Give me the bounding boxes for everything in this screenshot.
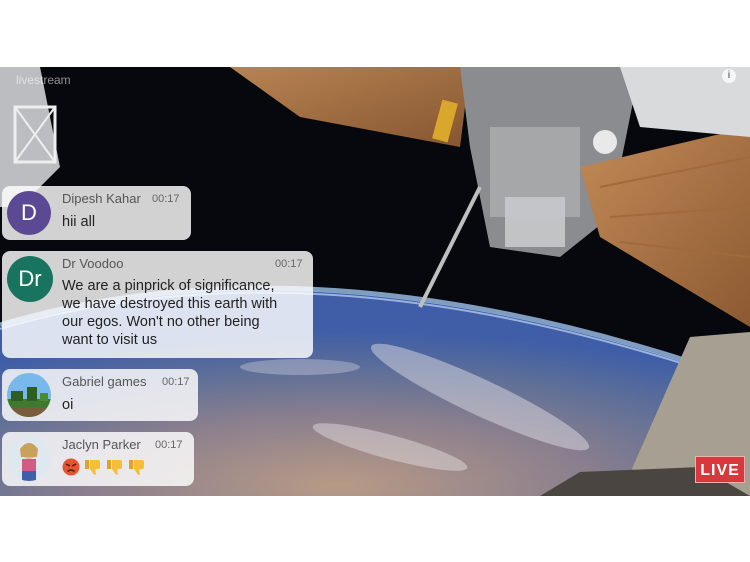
livestream-watermark: livestream: [16, 73, 71, 87]
message-time: 00:17: [275, 258, 303, 270]
chat-message: D Dipesh Kahar 00:17 hii all: [2, 186, 191, 240]
username: Gabriel games: [62, 374, 147, 389]
username: Dipesh Kahar: [62, 191, 141, 206]
angry-face-emoji: [62, 458, 80, 476]
chat-message: Jaclyn Parker 00:17: [2, 432, 194, 486]
live-badge: LIVE: [695, 456, 745, 483]
message-time: 00:17: [162, 376, 190, 388]
watermark-text: livestream: [16, 73, 71, 87]
message-line: our egos. Won't no other being: [62, 314, 260, 330]
message-text: oi: [62, 397, 74, 413]
message-line: want to visit us: [62, 332, 158, 348]
info-icon[interactable]: i: [722, 69, 736, 83]
message-time: 00:17: [155, 439, 183, 451]
message-line: We are a pinprick of significance,: [62, 278, 275, 294]
person-avatar-icon: [7, 437, 51, 481]
user-avatar: Dr: [7, 256, 53, 302]
message-text: We are a pinprick of significance, we ha…: [62, 277, 310, 349]
thumbs-down-emoji: [85, 460, 100, 475]
chat-message: Gabriel games 00:17 oi: [2, 369, 198, 421]
landscape-avatar-icon: [7, 373, 51, 417]
user-avatar: D: [7, 191, 51, 235]
message-line: we have destroyed this earth with: [62, 296, 278, 312]
avatar-letter: Dr: [18, 266, 42, 291]
avatar-letter: D: [21, 200, 37, 225]
message-text: hii all: [62, 214, 96, 230]
thumbs-down-emoji: [129, 460, 144, 475]
chat-message: Dr Dr Voodoo 00:17 We are a pinprick of …: [2, 251, 313, 358]
username: Dr Voodoo: [62, 256, 124, 271]
username: Jaclyn Parker: [62, 437, 141, 452]
thumbs-down-emoji: [107, 460, 122, 475]
message-emojis: [62, 458, 150, 476]
message-time: 00:17: [152, 193, 180, 205]
